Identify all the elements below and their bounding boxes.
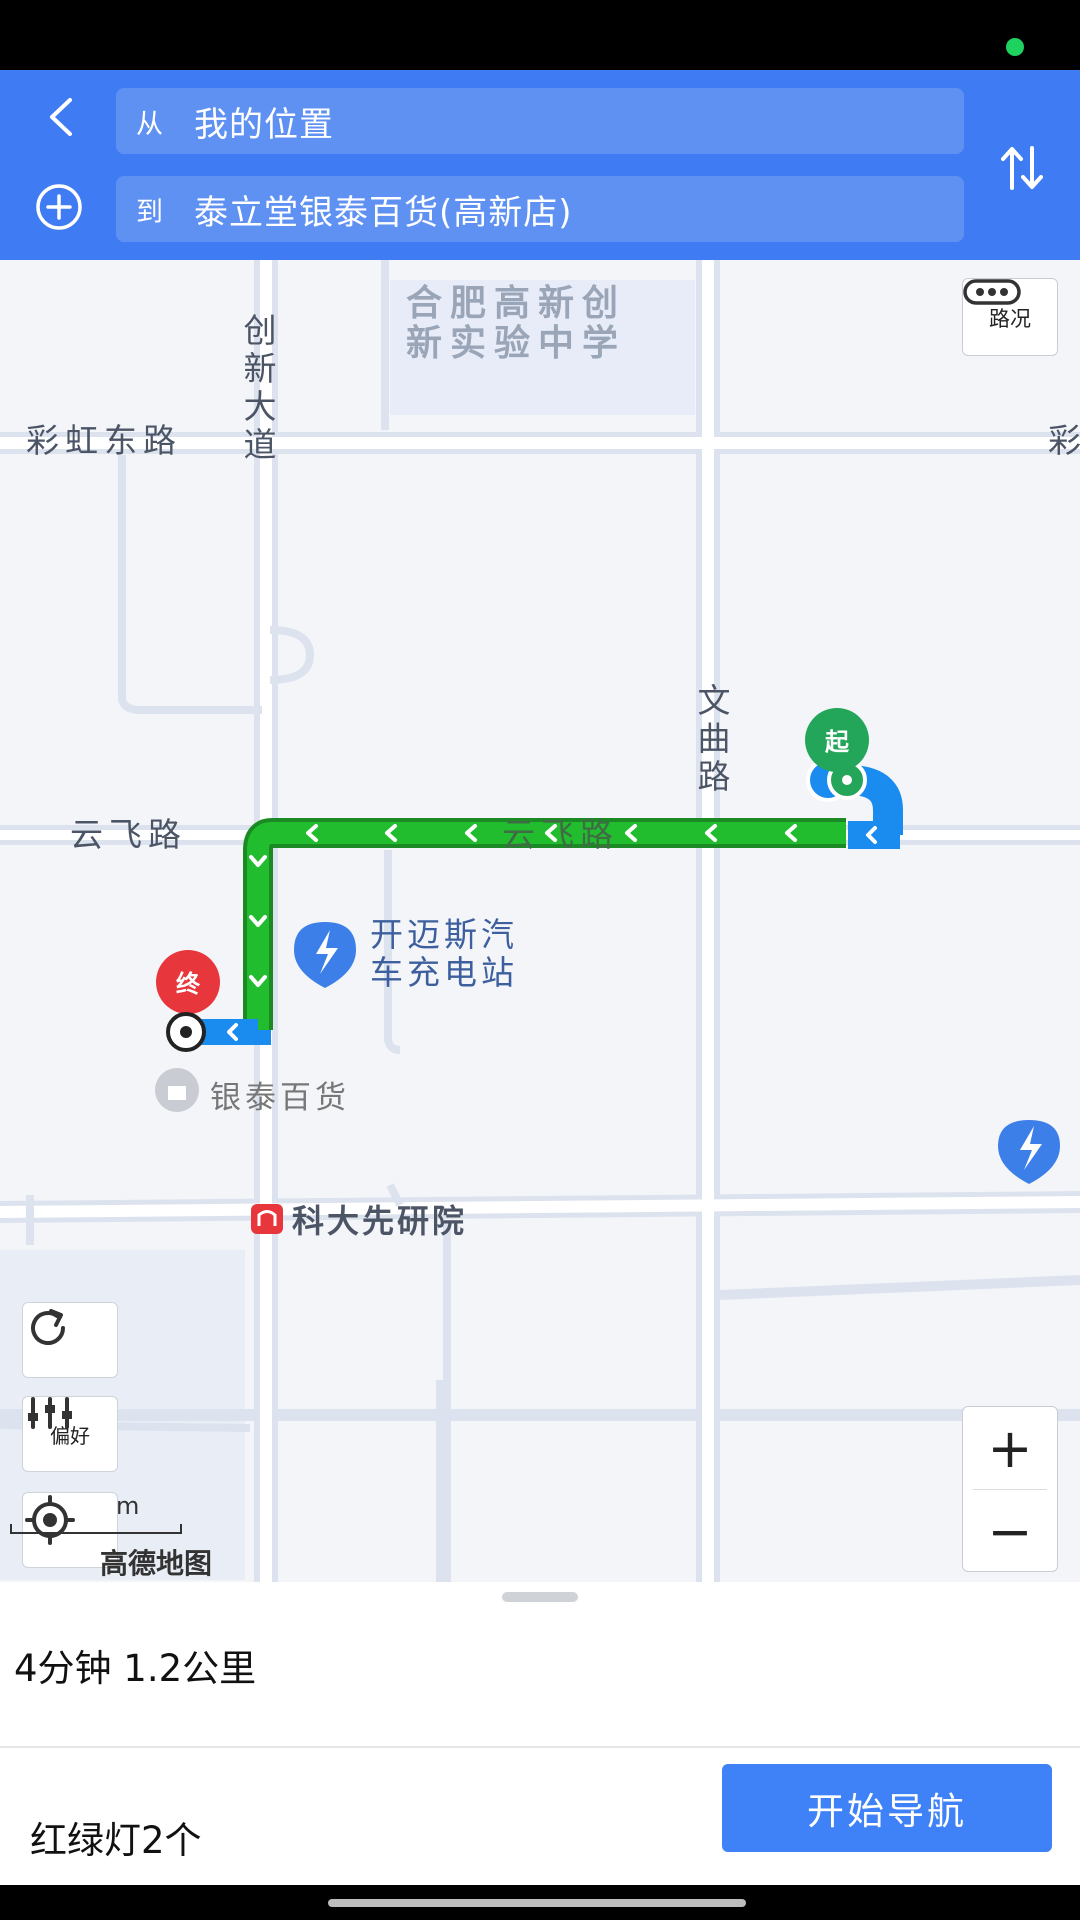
traffic-label: 路况	[989, 307, 1031, 331]
start-navigation-button[interactable]: 开始导航	[722, 1764, 1052, 1852]
road-label-yunfei: 云飞路	[70, 815, 187, 854]
origin-prefix: 从	[136, 108, 163, 140]
app-root: 从 我的位置 到 泰立堂银泰百货(高新店) 彩虹东路 彩 创 新 大 道 文 曲…	[0, 0, 1080, 1920]
end-marker-label: 终	[176, 970, 200, 998]
origin-value: 我的位置	[194, 104, 334, 145]
road-label-wenqu: 文曲路	[697, 681, 731, 796]
status-bar	[0, 0, 1080, 70]
subway-icon	[251, 1204, 283, 1234]
charging-station-pin	[294, 922, 356, 988]
traffic-toggle-button[interactable]: 路况	[962, 278, 1058, 356]
subway-station-label: 科大先研院	[292, 1202, 468, 1240]
zoom-out-button[interactable]: −	[963, 1490, 1057, 1572]
preference-icon	[28, 1397, 72, 1429]
back-icon[interactable]	[40, 94, 86, 140]
swap-icon[interactable]	[998, 142, 1046, 194]
road-label-chuangxin: 创新大道	[243, 311, 277, 464]
road-label-caihong: 彩虹东路	[26, 421, 182, 460]
map-logo: 高德地图	[100, 1547, 213, 1580]
traffic-lights-count: 红绿灯2个	[30, 1819, 202, 1862]
destination-value: 泰立堂银泰百货(高新店)	[194, 192, 573, 233]
start-marker-label: 起	[825, 728, 849, 756]
mall-pin	[155, 1068, 199, 1112]
road-label-yunfei-center: 云飞路	[502, 815, 619, 854]
road-label-caihong-right: 彩	[1048, 421, 1080, 460]
mall-label: 银泰百货	[210, 1080, 350, 1116]
charging-station-label: 开迈斯汽 车充电站	[370, 915, 518, 992]
preference-button[interactable]: 偏好	[22, 1396, 118, 1472]
status-indicator-dot	[1006, 38, 1024, 56]
traffic-icon	[963, 279, 1021, 305]
route-summary: 4分钟 1.2公里	[14, 1647, 257, 1690]
origin-field[interactable]: 从 我的位置	[116, 88, 964, 154]
refresh-icon	[31, 1309, 65, 1345]
sheet-drag-handle[interactable]	[502, 1592, 578, 1602]
charging-station-pin-right	[998, 1120, 1060, 1184]
add-waypoint-icon[interactable]	[34, 182, 84, 232]
school-label: 合肥高新创 新实验中学	[406, 283, 627, 364]
scale-text: m	[116, 1492, 140, 1520]
system-nav-bar	[0, 1885, 1080, 1920]
route-bottom-sheet: 4分钟 1.2公里 红绿灯2个 开始导航	[0, 1582, 1080, 1885]
zoom-in-button[interactable]: +	[963, 1407, 1057, 1489]
zoom-controls: + −	[962, 1406, 1058, 1572]
refresh-button[interactable]	[22, 1302, 118, 1378]
home-indicator[interactable]	[328, 1899, 746, 1907]
locate-icon	[25, 1495, 75, 1545]
map-view[interactable]: 彩虹东路 彩 创新大道 文曲路 云飞路 云飞路 合肥高新创 新实验中学 开迈斯汽车…	[0, 260, 1080, 1582]
sheet-divider	[0, 1746, 1080, 1748]
route-header: 从 我的位置 到 泰立堂银泰百货(高新店)	[0, 70, 1080, 260]
scale-bar	[10, 1524, 182, 1534]
destination-field[interactable]: 到 泰立堂银泰百货(高新店)	[116, 176, 964, 242]
destination-prefix: 到	[136, 196, 163, 228]
